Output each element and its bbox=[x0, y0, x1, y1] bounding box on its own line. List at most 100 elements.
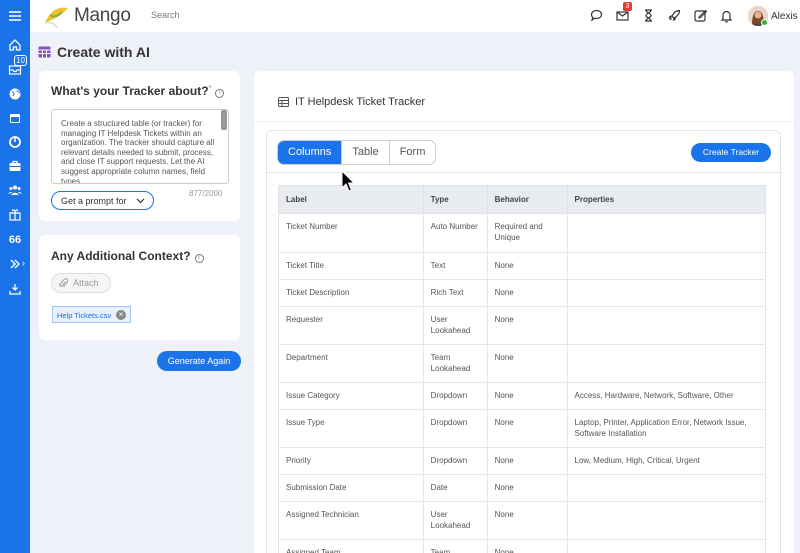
page-header: Create with AI bbox=[38, 44, 150, 60]
get-prompt-dropdown[interactable]: Get a prompt for bbox=[51, 191, 154, 210]
cell-properties bbox=[566, 279, 766, 307]
search-input[interactable]: Search bbox=[145, 6, 265, 25]
cell-behavior: None bbox=[486, 382, 568, 410]
cell-type: User Lookahead bbox=[422, 501, 488, 540]
app-name: Mango bbox=[74, 5, 131, 26]
cell-label: Requester bbox=[278, 306, 424, 345]
cell-behavior: None bbox=[486, 474, 568, 502]
table-row[interactable]: Ticket Title Text None bbox=[278, 252, 766, 280]
cell-label: Assigned Team bbox=[278, 539, 424, 553]
generate-again-button[interactable]: Generate Again bbox=[157, 351, 241, 371]
expand-chevron-icon[interactable]: › bbox=[22, 258, 25, 268]
left-rail: 10 66 › bbox=[0, 0, 30, 553]
cell-properties bbox=[566, 539, 766, 553]
bell-icon[interactable] bbox=[719, 8, 734, 23]
header-properties[interactable]: Properties bbox=[566, 185, 766, 214]
file-chip-label: Help Tickets.csv bbox=[57, 311, 112, 320]
cell-properties bbox=[566, 252, 766, 280]
mail-icon[interactable]: 3 bbox=[615, 2, 632, 23]
menu-icon[interactable] bbox=[0, 5, 30, 27]
cell-properties: Access, Hardware, Network, Software, Oth… bbox=[566, 382, 766, 410]
download-tray-icon[interactable] bbox=[0, 278, 30, 300]
table-row[interactable]: Assigned Team Team None bbox=[278, 539, 766, 553]
header-behavior[interactable]: Behavior bbox=[486, 185, 568, 214]
panel-header: IT Helpdesk Ticket Tracker bbox=[278, 96, 425, 108]
rail-number[interactable]: 66 bbox=[0, 229, 30, 251]
cell-behavior: Required and Unique bbox=[486, 213, 568, 253]
table-row[interactable]: Priority Dropdown None Low, Medium, High, C… bbox=[278, 447, 766, 475]
cell-behavior: None bbox=[486, 306, 568, 345]
cell-label: Issue Category bbox=[278, 382, 424, 410]
hourglass-icon[interactable] bbox=[641, 8, 656, 23]
chart-pie-icon[interactable] bbox=[0, 131, 30, 153]
cell-behavior: None bbox=[486, 344, 568, 383]
cell-properties bbox=[566, 213, 766, 253]
cell-type: Date bbox=[422, 474, 488, 502]
home-icon[interactable] bbox=[0, 34, 30, 56]
header-type[interactable]: Type bbox=[422, 185, 488, 214]
table-row[interactable]: Submission Date Date None bbox=[278, 474, 766, 502]
cell-type: Team Lookahead bbox=[422, 344, 488, 383]
cell-properties bbox=[566, 344, 766, 383]
tracker-prompt-textarea[interactable]: Create a structured table (or tracker) f… bbox=[51, 109, 229, 184]
info-icon[interactable]: i bbox=[215, 89, 225, 98]
briefcase-icon[interactable] bbox=[0, 155, 30, 177]
remove-file-icon[interactable]: × bbox=[116, 310, 126, 320]
people-icon[interactable] bbox=[0, 179, 30, 201]
page-title: Create with AI bbox=[57, 44, 150, 60]
cell-label: Department bbox=[278, 344, 424, 383]
mango-logo-icon bbox=[44, 7, 68, 29]
cell-behavior: None bbox=[486, 409, 568, 448]
gift-icon[interactable] bbox=[0, 204, 30, 226]
cell-label: Priority bbox=[278, 447, 424, 475]
cell-properties bbox=[566, 306, 766, 345]
table-row[interactable]: Issue Category Dropdown None Access, Hardwa… bbox=[278, 382, 766, 410]
tab-table[interactable]: Table bbox=[342, 141, 390, 164]
table-icon bbox=[278, 97, 289, 107]
tab-form[interactable]: Form bbox=[390, 141, 436, 164]
chat-bubble-icon[interactable] bbox=[589, 8, 604, 23]
cell-behavior: None bbox=[486, 501, 568, 540]
cell-behavior: None bbox=[486, 447, 568, 475]
paperclip-icon bbox=[59, 278, 68, 288]
context-heading: Any Additional Context? i bbox=[51, 249, 204, 263]
tracker-heading: What's your Tracker about?*i bbox=[51, 84, 225, 98]
file-chip: Help Tickets.csv × bbox=[52, 306, 131, 323]
rocket-icon[interactable] bbox=[667, 8, 682, 23]
tracker-title: IT Helpdesk Ticket Tracker bbox=[295, 96, 426, 108]
calendar-icon[interactable] bbox=[0, 107, 30, 129]
table-row[interactable]: Department Team Lookahead None bbox=[278, 344, 766, 383]
globe-icon[interactable] bbox=[0, 83, 30, 105]
attach-button[interactable]: Attach bbox=[51, 273, 111, 293]
info-icon[interactable]: i bbox=[194, 254, 204, 263]
table-row[interactable]: Issue Type Dropdown None Laptop, Printer, A… bbox=[278, 409, 766, 448]
cell-type: Team bbox=[422, 539, 488, 553]
table-icon bbox=[38, 46, 51, 58]
create-tracker-button[interactable]: Create Tracker bbox=[691, 143, 771, 162]
table-row[interactable]: Ticket Number Auto Number Required and Uni… bbox=[278, 213, 766, 253]
edit-icon[interactable] bbox=[693, 8, 708, 23]
table-row[interactable]: Assigned Technician User Lookahead None bbox=[278, 501, 766, 540]
user-name[interactable]: Alexis bbox=[771, 11, 798, 22]
char-count: 877/2000 bbox=[189, 189, 223, 198]
cell-label: Issue Type bbox=[278, 409, 424, 448]
cell-type: User Lookahead bbox=[422, 306, 488, 345]
textarea-scrollbar[interactable] bbox=[221, 110, 227, 130]
cell-type: Text bbox=[422, 252, 488, 280]
inbox-badge: 10 bbox=[14, 55, 27, 66]
tab-columns[interactable]: Columns bbox=[278, 141, 343, 164]
table-row[interactable]: Requester User Lookahead None bbox=[278, 306, 766, 345]
get-prompt-label: Get a prompt for bbox=[61, 196, 127, 206]
cell-type: Dropdown bbox=[422, 409, 488, 448]
double-chevron-right-icon[interactable] bbox=[0, 253, 30, 275]
cell-label: Submission Date bbox=[278, 474, 424, 502]
tracker-content: Columns Table Form Create Tracker Label … bbox=[266, 130, 781, 553]
additional-context-card: Any Additional Context? i Attach Help Tic… bbox=[39, 235, 240, 340]
table-row[interactable]: Ticket Description Rich Text None bbox=[278, 279, 766, 307]
cell-behavior: None bbox=[486, 279, 568, 307]
tracker-preview-panel: IT Helpdesk Ticket Tracker Columns Table… bbox=[254, 71, 794, 553]
tracker-description-card: What's your Tracker about?*i Create a st… bbox=[39, 71, 240, 221]
inbox-icon[interactable]: 10 bbox=[0, 55, 30, 80]
app-logo[interactable]: Mango bbox=[42, 3, 131, 29]
cell-type: Dropdown bbox=[422, 382, 488, 410]
